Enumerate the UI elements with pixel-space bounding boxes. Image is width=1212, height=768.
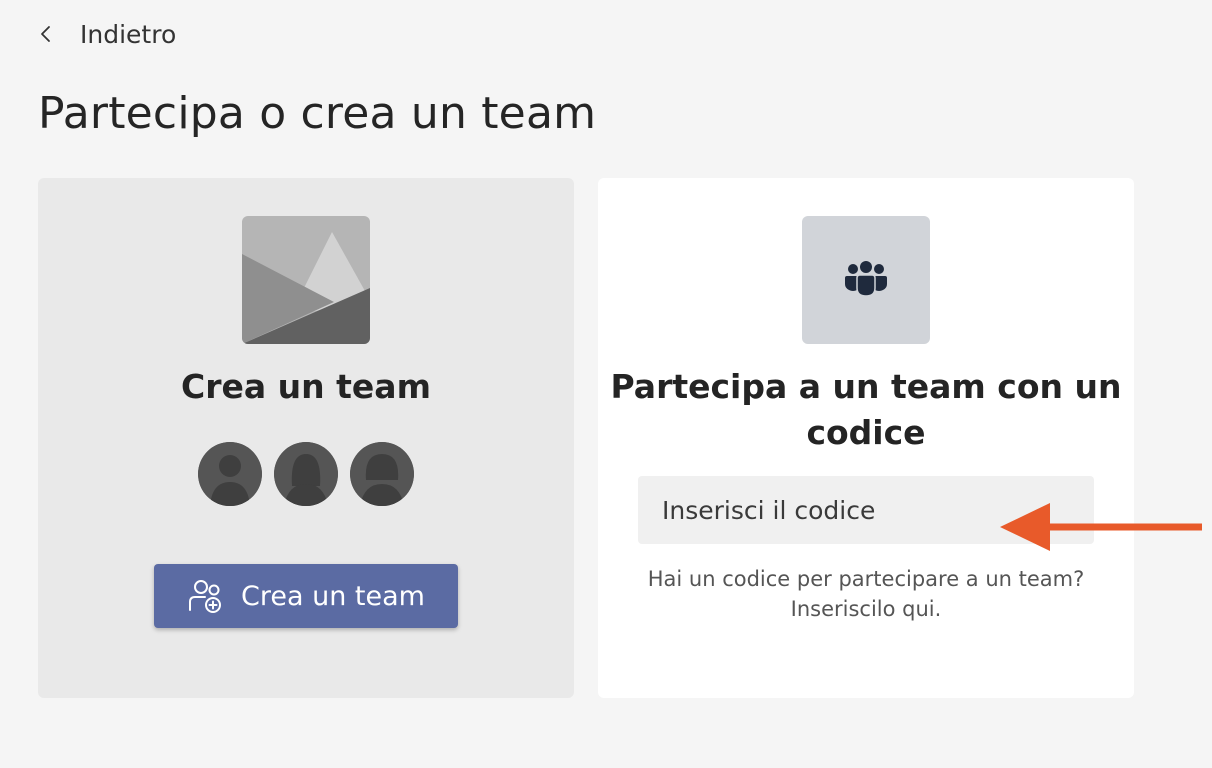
create-team-button-label: Crea un team	[241, 580, 425, 612]
people-add-icon	[189, 580, 222, 613]
back-label: Indietro	[80, 19, 177, 49]
join-team-card: Partecipa a un team con un codice Hai un…	[598, 178, 1134, 698]
team-image-placeholder-icon	[242, 216, 370, 344]
avatar	[350, 442, 414, 506]
annotation-arrow-icon	[1000, 503, 1202, 551]
join-hint-line1: Hai un codice per partecipare a un team?	[647, 567, 1085, 591]
chevron-left-icon	[41, 26, 50, 42]
create-team-title: Crea un team	[181, 367, 431, 406]
people-team-icon	[802, 216, 930, 344]
create-team-button[interactable]: Crea un team	[154, 564, 458, 628]
back-button[interactable]: Indietro	[36, 16, 176, 52]
join-team-title: Partecipa a un team con un codice	[598, 364, 1134, 456]
join-team-title-line2: codice	[806, 413, 926, 452]
join-hint-line2: Inseriscilo qui.	[790, 597, 942, 621]
page-title: Partecipa o crea un team	[38, 88, 597, 139]
join-team-title-line1: Partecipa a un team con un	[610, 367, 1122, 406]
avatar	[274, 442, 338, 506]
create-team-card: Crea un team Crea un team	[38, 178, 574, 698]
avatar-group	[38, 442, 574, 506]
join-hint: Hai un codice per partecipare a un team?…	[598, 564, 1134, 624]
avatar	[198, 442, 262, 506]
